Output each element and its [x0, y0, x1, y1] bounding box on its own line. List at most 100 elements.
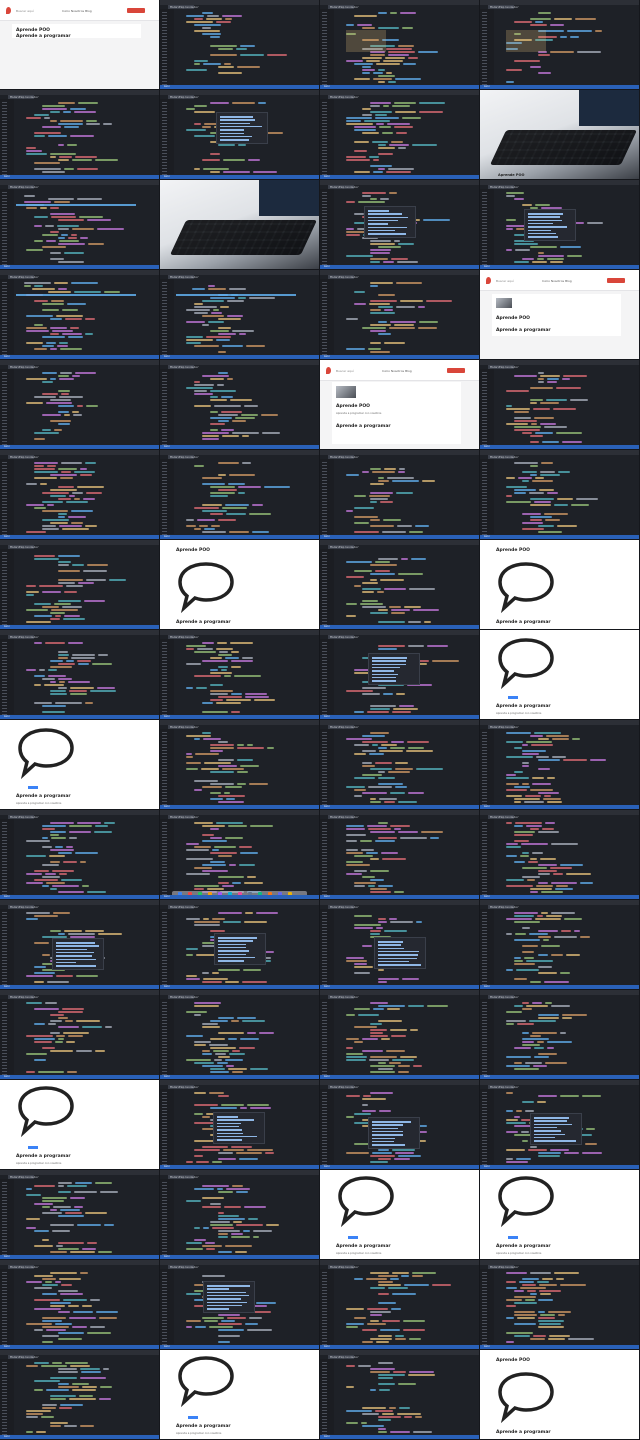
autocomplete-item[interactable]	[217, 1119, 254, 1121]
autocomplete-item[interactable]	[368, 226, 407, 228]
autocomplete-item[interactable]	[372, 1130, 403, 1133]
autocomplete-item[interactable]	[218, 943, 246, 946]
autocomplete-item[interactable]	[528, 226, 567, 228]
autocomplete-item[interactable]	[56, 942, 95, 944]
code-area[interactable]	[16, 822, 155, 893]
autocomplete-item[interactable]	[56, 961, 76, 964]
autocomplete-item[interactable]	[372, 1134, 403, 1136]
autocomplete-item[interactable]	[528, 213, 563, 215]
nav-links[interactable]: Inicio Nosotros Blog	[382, 369, 412, 373]
autocomplete-popup[interactable]	[364, 206, 416, 238]
autocomplete-item[interactable]	[534, 1136, 555, 1139]
autocomplete-item[interactable]	[368, 233, 406, 235]
autocomplete-item[interactable]	[372, 1140, 394, 1143]
code-area[interactable]	[176, 462, 315, 533]
code-area[interactable]	[336, 1362, 475, 1433]
code-area[interactable]	[496, 12, 635, 83]
autocomplete-popup[interactable]	[530, 1113, 582, 1145]
code-area[interactable]	[176, 12, 315, 83]
autocomplete-item[interactable]	[372, 1124, 403, 1126]
autocomplete-popup[interactable]	[213, 1112, 265, 1144]
code-area[interactable]	[16, 552, 155, 623]
autocomplete-item[interactable]	[368, 229, 395, 232]
autocomplete-item[interactable]	[217, 1129, 242, 1131]
code-area[interactable]	[336, 12, 475, 83]
code-area[interactable]	[176, 1182, 315, 1253]
autocomplete-item[interactable]	[220, 122, 250, 125]
autocomplete-item[interactable]	[220, 116, 253, 118]
code-area[interactable]	[496, 912, 635, 983]
autocomplete-item[interactable]	[217, 1132, 243, 1134]
autocomplete-item[interactable]	[372, 1121, 411, 1123]
autocomplete-item[interactable]	[207, 1288, 229, 1290]
autocomplete-item[interactable]	[534, 1117, 569, 1119]
nav-links[interactable]: Inicio Nosotros Blog	[62, 9, 92, 13]
autocomplete-item[interactable]	[368, 219, 398, 222]
autocomplete-item[interactable]	[207, 1285, 250, 1287]
code-area[interactable]	[16, 1272, 155, 1343]
autocomplete-item[interactable]	[207, 1308, 229, 1310]
code-area[interactable]	[16, 642, 155, 713]
code-area[interactable]	[336, 102, 475, 173]
autocomplete-item[interactable]	[56, 951, 94, 954]
autocomplete-item[interactable]	[217, 1125, 239, 1128]
code-area[interactable]	[336, 1002, 475, 1073]
code-area[interactable]	[496, 1002, 635, 1073]
autocomplete-item[interactable]	[218, 956, 255, 959]
code-area[interactable]	[16, 282, 155, 353]
autocomplete-item[interactable]	[528, 236, 558, 238]
autocomplete-item[interactable]	[56, 948, 87, 951]
autocomplete-popup[interactable]	[214, 933, 266, 965]
site-logo-icon[interactable]	[486, 277, 491, 284]
code-area[interactable]	[16, 1182, 155, 1253]
code-area[interactable]	[496, 732, 635, 803]
autocomplete-item[interactable]	[368, 210, 389, 212]
autocomplete-item[interactable]	[220, 135, 252, 138]
autocomplete-popup[interactable]	[216, 112, 268, 144]
autocomplete-popup[interactable]	[368, 653, 420, 685]
autocomplete-item[interactable]	[378, 947, 404, 950]
autocomplete-item[interactable]	[378, 941, 403, 943]
autocomplete-item[interactable]	[528, 232, 556, 235]
autocomplete-item[interactable]	[220, 129, 244, 131]
autocomplete-item[interactable]	[372, 1127, 398, 1130]
autocomplete-item[interactable]	[528, 222, 553, 225]
autocomplete-item[interactable]	[372, 1144, 405, 1146]
code-area[interactable]	[496, 822, 635, 893]
code-area[interactable]	[336, 822, 475, 893]
autocomplete-item[interactable]	[528, 229, 551, 231]
autocomplete-item[interactable]	[534, 1133, 565, 1135]
autocomplete-item[interactable]	[528, 216, 560, 218]
autocomplete-item[interactable]	[378, 954, 418, 956]
search-input[interactable]: Buscar aquí	[496, 279, 514, 283]
autocomplete-item[interactable]	[372, 657, 407, 659]
code-area[interactable]	[16, 1002, 155, 1073]
autocomplete-item[interactable]	[56, 965, 96, 967]
autocomplete-item[interactable]	[218, 950, 249, 952]
autocomplete-item[interactable]	[207, 1294, 249, 1297]
autocomplete-item[interactable]	[217, 1122, 241, 1125]
autocomplete-popup[interactable]	[368, 1117, 420, 1149]
site-logo-icon[interactable]	[326, 367, 331, 374]
autocomplete-item[interactable]	[372, 673, 398, 675]
autocomplete-item[interactable]	[368, 213, 402, 215]
code-area[interactable]	[176, 642, 315, 713]
autocomplete-item[interactable]	[534, 1120, 567, 1122]
autocomplete-item[interactable]	[56, 955, 92, 957]
autocomplete-item[interactable]	[218, 953, 246, 955]
autocomplete-item[interactable]	[218, 960, 244, 962]
autocomplete-item[interactable]	[368, 223, 388, 225]
code-area[interactable]	[16, 462, 155, 533]
autocomplete-item[interactable]	[372, 666, 400, 669]
code-area[interactable]	[176, 372, 315, 443]
autocomplete-item[interactable]	[368, 216, 408, 219]
autocomplete-item[interactable]	[372, 660, 406, 662]
autocomplete-item[interactable]	[220, 139, 249, 141]
autocomplete-item[interactable]	[534, 1126, 557, 1129]
code-area[interactable]	[16, 1362, 155, 1433]
signup-button[interactable]	[447, 368, 465, 373]
autocomplete-item[interactable]	[378, 957, 417, 959]
autocomplete-item[interactable]	[217, 1135, 257, 1138]
autocomplete-item[interactable]	[372, 1137, 395, 1139]
autocomplete-item[interactable]	[207, 1304, 242, 1307]
